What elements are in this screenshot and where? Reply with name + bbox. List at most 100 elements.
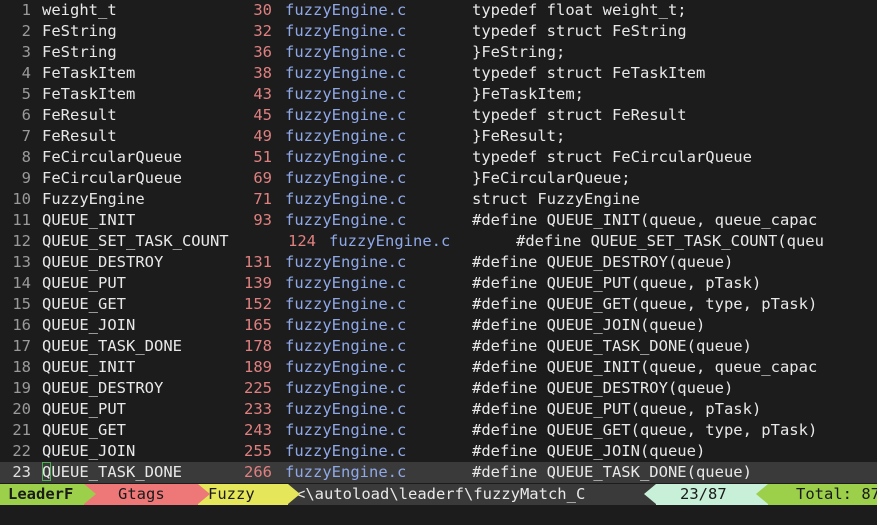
source-file: fuzzyEngine.c (285, 148, 407, 166)
source-code: struct FuzzyEngine (472, 190, 640, 208)
row-number: 22 (12, 442, 31, 460)
row-number: 1 (21, 1, 31, 19)
source-line-number: 51 (253, 148, 272, 166)
source-file: fuzzyEngine.c (285, 64, 407, 82)
result-row[interactable]: 17 QUEUE_TASK_DONE 178 fuzzyEngine.c #define… (0, 336, 877, 357)
result-row[interactable]: 16 QUEUE_JOIN 165 fuzzyEngine.c #define QUEU… (0, 315, 877, 336)
tag-name: QUEUE_SET_TASK_COUNT (42, 232, 229, 250)
source-file: fuzzyEngine.c (285, 442, 407, 460)
result-row[interactable]: 22 QUEUE_JOIN 255 fuzzyEngine.c #define QUEU… (0, 441, 877, 462)
result-row[interactable]: 6 FeResult 45 fuzzyEngine.c typedef struct F… (0, 105, 877, 126)
results-list[interactable]: 1 weight_t 30 fuzzyEngine.c typedef float we… (0, 0, 877, 483)
source-line-number: 233 (244, 400, 272, 418)
source-code: #define QUEUE_GET(queue, type, pTask) (472, 295, 818, 313)
source-code: }FeString; (472, 43, 566, 61)
source-line-number: 36 (253, 43, 272, 61)
result-row[interactable]: 19 QUEUE_DESTROY 225 fuzzyEngine.c #define Q… (0, 378, 877, 399)
source-code: }FeCircularQueue; (472, 169, 631, 187)
source-code: #define QUEUE_GET(queue, type, pTask) (472, 421, 818, 439)
result-row[interactable]: 3 FeString 36 fuzzyEngine.c}FeString; (0, 42, 877, 63)
result-row[interactable]: 9 FeCircularQueue 69 fuzzyEngine.c}FeCircul… (0, 168, 877, 189)
cursor-icon (42, 462, 51, 481)
source-code: #define QUEUE_INIT(queue, queue_capac (472, 358, 818, 376)
tag-name: FeTaskItem (42, 64, 136, 82)
row-number: 8 (21, 148, 31, 166)
result-row[interactable]: 13 QUEUE_DESTROY 131 fuzzyEngine.c #define Q… (0, 252, 877, 273)
source-code: #define QUEUE_JOIN(queue) (472, 316, 706, 334)
source-file: fuzzyEngine.c (285, 463, 407, 481)
source-file: fuzzyEngine.c (285, 127, 407, 145)
source-line-number: 43 (253, 85, 272, 103)
tag-name: QUEUE_GET (42, 295, 126, 313)
tag-name: FeCircularQueue (42, 148, 182, 166)
result-row[interactable]: 15 QUEUE_GET 152 fuzzyEngine.c #define QUEUE… (0, 294, 877, 315)
result-row[interactable]: 7 FeResult 49 fuzzyEngine.c}FeResult; (0, 126, 877, 147)
tag-name: QUEUE_GET (42, 421, 126, 439)
source-line-number: 255 (244, 442, 272, 460)
result-row[interactable]: 2 FeString 32 fuzzyEngine.c typedef struct F… (0, 21, 877, 42)
result-row[interactable]: 20 QUEUE_PUT 233 fuzzyEngine.c #define QUEUE… (0, 399, 877, 420)
result-row[interactable]: 11 QUEUE_INIT 93 fuzzyEngine.c #define QUEUE… (0, 210, 877, 231)
source-line-number: 152 (244, 295, 272, 313)
status-cwd: <\autoload\leaderf\fuzzyMatch_C (288, 484, 656, 505)
status-match-mode: Fuzzy (198, 484, 288, 505)
source-file: fuzzyEngine.c (285, 211, 407, 229)
source-line-number: 30 (253, 1, 272, 19)
result-row[interactable]: 8 FeCircularQueue 51 fuzzyEngine.c typedef s… (0, 147, 877, 168)
source-code: #define QUEUE_TASK_DONE(queue) (472, 463, 752, 481)
tag-name: FeTaskItem (42, 85, 136, 103)
row-number: 6 (21, 106, 31, 124)
source-code: #define QUEUE_DESTROY(queue) (472, 253, 734, 271)
row-number: 19 (12, 379, 31, 397)
source-code: }FeTaskItem; (472, 85, 584, 103)
row-number: 17 (12, 337, 31, 355)
source-file: fuzzyEngine.c (285, 43, 407, 61)
source-line-number: 49 (253, 127, 272, 145)
row-number: 2 (21, 22, 31, 40)
source-code: #define QUEUE_PUT(queue, pTask) (472, 274, 762, 292)
row-number: 23 (12, 463, 31, 481)
command-line[interactable] (0, 505, 877, 525)
source-code: typedef struct FeString (472, 22, 687, 40)
tag-name: FeString (42, 22, 117, 40)
status-total: Total: 87 (768, 484, 877, 505)
source-code: typedef struct FeTaskItem (472, 64, 706, 82)
result-row[interactable]: 5 FeTaskItem 43 fuzzyEngine.c}FeTaskItem; (0, 84, 877, 105)
result-row[interactable]: 10 FuzzyEngine 71 fuzzyEngine.c struct Fuzzy… (0, 189, 877, 210)
source-line-number: 45 (253, 106, 272, 124)
result-row[interactable]: 12 QUEUE_SET_TASK_COUNT 124 fuzzyEngine.c #d… (0, 231, 877, 252)
separator-arrow-icon (756, 484, 768, 504)
result-row[interactable]: 14 QUEUE_PUT 139 fuzzyEngine.c #define QUEUE… (0, 273, 877, 294)
row-number: 4 (21, 64, 31, 82)
tag-name: FeResult (42, 106, 117, 124)
source-code: #define QUEUE_SET_TASK_COUNT(queu (516, 232, 824, 250)
result-row[interactable]: 18 QUEUE_INIT 189 fuzzyEngine.c #define QUEU… (0, 357, 877, 378)
source-line-number: 225 (244, 379, 272, 397)
source-code: }FeResult; (472, 127, 566, 145)
result-row-current[interactable]: 23 QUEUE_TASK_DONE 266 fuzzyEngine.c #define… (0, 462, 877, 483)
source-line-number: 32 (253, 22, 272, 40)
tag-name: weight_t (42, 1, 117, 19)
result-row[interactable]: 1 weight_t 30 fuzzyEngine.c typedef float we… (0, 0, 877, 21)
source-line-number: 71 (253, 190, 272, 208)
source-file: fuzzyEngine.c (285, 169, 407, 187)
result-row[interactable]: 4 FeTaskItem 38 fuzzyEngine.c typedef struct… (0, 63, 877, 84)
source-line-number: 243 (244, 421, 272, 439)
source-code: #define QUEUE_PUT(queue, pTask) (472, 400, 762, 418)
tag-name: QUEUE_INIT (42, 211, 136, 229)
tag-name: FeString (42, 43, 117, 61)
result-row[interactable]: 21 QUEUE_GET 243 fuzzyEngine.c #define QUEUE… (0, 420, 877, 441)
source-line-number: 38 (253, 64, 272, 82)
source-line-number: 93 (253, 211, 272, 229)
row-number: 21 (12, 421, 31, 439)
source-file: fuzzyEngine.c (285, 337, 407, 355)
row-number: 14 (12, 274, 31, 292)
tag-name: QUEUE_TASK_DONE (42, 463, 182, 481)
source-line-number: 165 (244, 316, 272, 334)
source-code: #define QUEUE_DESTROY(queue) (472, 379, 734, 397)
row-number: 10 (12, 190, 31, 208)
source-file: fuzzyEngine.c (285, 421, 407, 439)
tag-name: QUEUE_INIT (42, 358, 136, 376)
tag-name: QUEUE_PUT (42, 400, 126, 418)
source-line-number: 178 (244, 337, 272, 355)
